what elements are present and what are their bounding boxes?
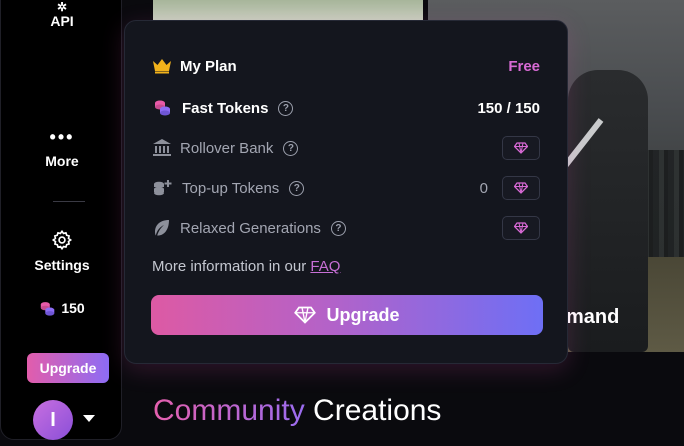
relaxed-generations-row: Relaxed Generations ? [152, 216, 540, 240]
fast-tokens-value: 150 / 150 [477, 99, 540, 117]
topup-tokens-value: 0 [479, 179, 488, 197]
coins-plus-icon [154, 180, 172, 196]
plan-popup: My Plan Free Fast Tokens ? 150 / 150 Rol… [124, 20, 568, 364]
bank-icon [153, 139, 171, 156]
community-heading: Community Creations [153, 394, 441, 428]
relaxed-generations-label: Relaxed Generations [180, 219, 321, 237]
sidebar-divider [53, 201, 85, 202]
fast-tokens-label-group: Fast Tokens ? [152, 98, 294, 118]
upgrade-button[interactable]: Upgrade [151, 295, 543, 335]
community-word-plain: Creations [304, 394, 442, 427]
rollover-bank-label: Rollover Bank [180, 139, 274, 157]
diamond-icon [514, 182, 528, 194]
upgrade-button-label: Upgrade [326, 304, 400, 325]
relaxed-upgrade-gem-button[interactable] [502, 216, 540, 240]
sidebar-item-api-label: API [50, 13, 74, 29]
info-icon[interactable]: ? [330, 220, 346, 236]
info-icon[interactable]: ? [283, 140, 299, 156]
relaxed-generations-label-group: Relaxed Generations ? [152, 218, 346, 238]
sidebar-token-count: 150 [61, 300, 85, 316]
topup-tokens-label: Top-up Tokens [182, 179, 280, 197]
more-dots-icon: ••• [49, 127, 75, 147]
fast-tokens-label: Fast Tokens [182, 99, 269, 117]
gear-small-icon: ✲ [56, 0, 68, 14]
plan-title: My Plan [180, 57, 237, 75]
rollover-upgrade-gem-button[interactable] [502, 136, 540, 160]
leaf-icon [155, 220, 169, 236]
info-icon[interactable]: ? [278, 100, 294, 116]
diamond-icon [514, 142, 528, 154]
rollover-bank-row: Rollover Bank ? [152, 136, 540, 160]
topup-upgrade-gem-button[interactable] [502, 176, 540, 200]
topup-tokens-row: Top-up Tokens ? 0 [152, 176, 540, 200]
sidebar-item-more-label: More [45, 153, 79, 169]
sidebar-upgrade-button[interactable]: Upgrade [27, 353, 109, 383]
avatar[interactable]: I [33, 400, 73, 440]
diamond-icon [514, 222, 528, 234]
gear-icon [51, 229, 73, 251]
rollover-bank-label-group: Rollover Bank ? [152, 138, 299, 158]
more-info-text: More information in our FAQ [152, 258, 340, 275]
app-stage: mand Community Creations ✲ API ••• More … [0, 0, 684, 446]
coins-icon [155, 100, 170, 116]
sidebar-item-more[interactable]: ••• More [1, 127, 123, 169]
crown-icon [153, 59, 171, 74]
gallery-caption: mand [566, 306, 620, 328]
topup-tokens-label-group: Top-up Tokens ? [152, 178, 305, 198]
plan-header: My Plan Free [152, 54, 540, 78]
sidebar-token-balance: 150 [1, 299, 123, 317]
plan-title-group: My Plan [152, 58, 237, 75]
chevron-down-icon[interactable] [83, 415, 95, 422]
diamond-icon [294, 306, 317, 324]
sidebar-item-settings-label: Settings [34, 257, 90, 273]
fast-tokens-row: Fast Tokens ? 150 / 150 [152, 96, 540, 120]
faq-link[interactable]: FAQ [310, 258, 340, 275]
sidebar-item-settings[interactable]: Settings [1, 229, 123, 273]
plan-name: Free [508, 57, 540, 75]
info-icon[interactable]: ? [289, 180, 305, 196]
sidebar-item-api[interactable]: ✲ API [1, 1, 123, 29]
coins-icon [41, 302, 55, 316]
more-info-label: More information in our [152, 258, 311, 275]
community-word-gradient: Community [153, 394, 305, 427]
